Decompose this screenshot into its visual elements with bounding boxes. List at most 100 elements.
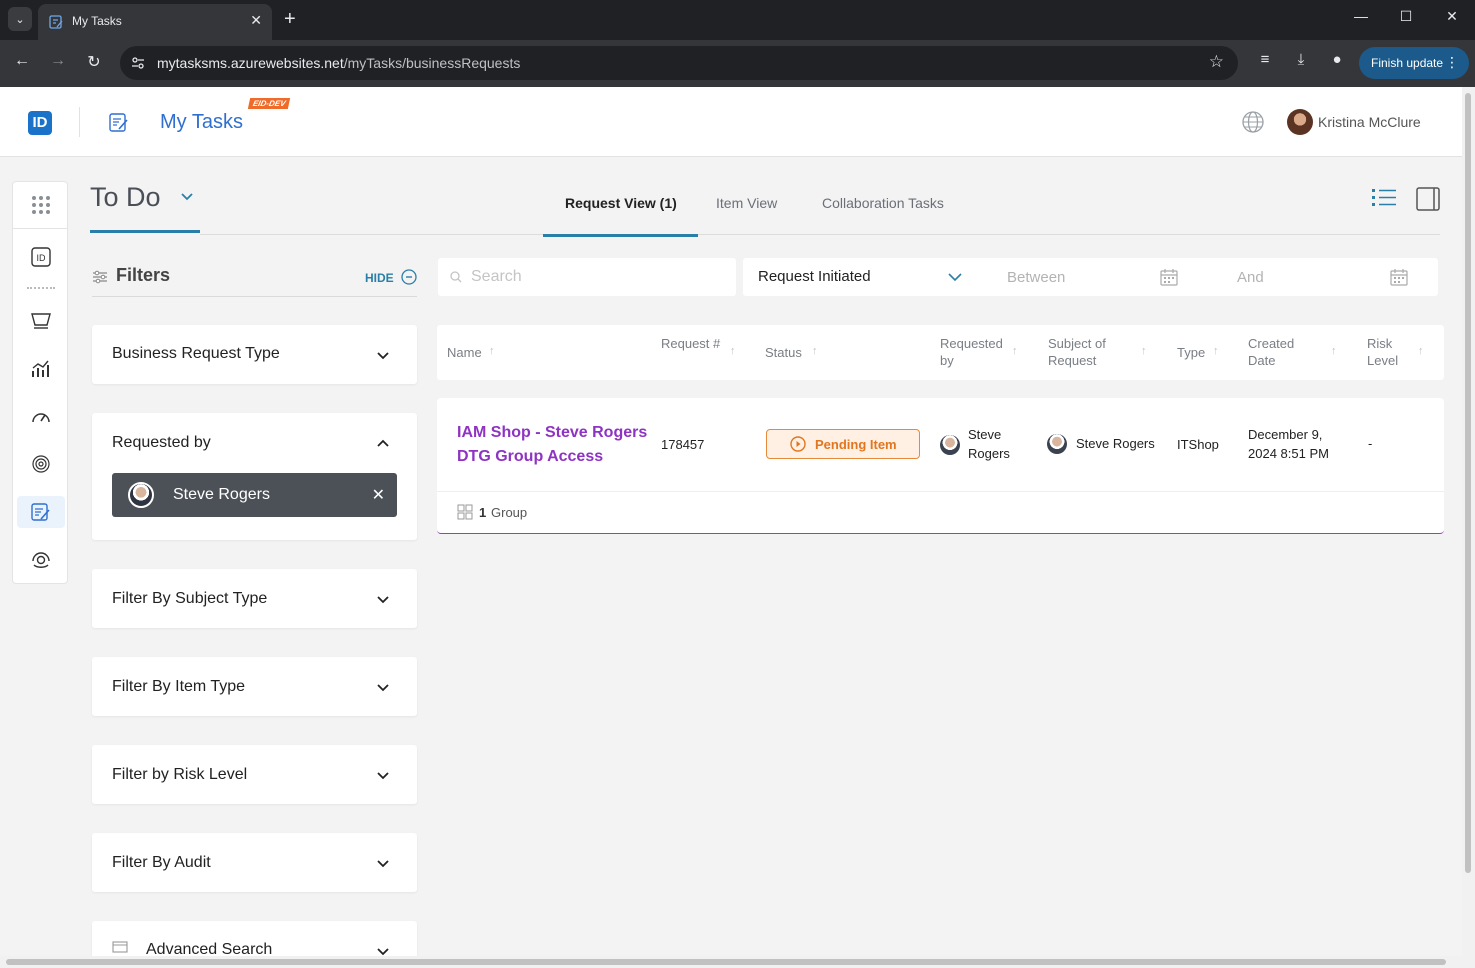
collapse-circle-icon[interactable] [401,269,417,285]
tasks-favicon-icon [49,15,63,29]
new-tab-button[interactable]: + [284,8,296,30]
tab-close-icon[interactable]: ✕ [250,12,262,29]
end-date-input[interactable]: And [1237,269,1264,286]
tasks-icon[interactable] [17,496,65,528]
finish-update-button[interactable]: Finish update ⋮ [1359,47,1469,79]
sort-arrow-icon[interactable]: ↑ [812,345,818,357]
column-header-created-date[interactable]: Created Date [1248,335,1308,369]
filter-label: Filter by Risk Level [112,766,248,783]
search-input[interactable] [471,266,726,288]
filter-audit[interactable]: Filter By Audit [92,833,417,892]
chevron-down-icon[interactable] [375,943,391,956]
chevron-down-icon[interactable] [375,679,391,695]
close-icon[interactable]: ✕ [372,485,385,505]
back-icon[interactable]: ← [12,52,32,70]
column-header-request-number[interactable]: Request # [661,335,721,352]
scrollbar-thumb[interactable] [6,959,1446,965]
column-header-name[interactable]: Name [447,344,482,361]
column-header-type[interactable]: Type [1177,344,1205,361]
id-logo[interactable]: ID [28,111,52,135]
chevron-down-icon[interactable] [375,767,391,783]
scrollbar-thumb[interactable] [1465,93,1471,873]
filter-label: Filter By Item Type [112,678,246,695]
filter-advanced-search[interactable]: Advanced Search [92,921,417,956]
rail-dotted-divider [27,287,55,289]
page-title[interactable]: To Do [90,182,161,213]
filters-header: Filters HIDE [92,262,417,297]
tab-collaboration-tasks[interactable]: Collaboration Tasks [822,195,944,211]
list-view-icon[interactable] [1371,187,1397,209]
chart-icon[interactable] [17,352,65,384]
gauge-icon[interactable] [17,401,65,433]
sort-arrow-icon[interactable]: ↑ [1012,345,1018,357]
filter-label: Requested by [112,434,211,451]
filter-business-request-type[interactable]: Business Request Type [92,325,417,384]
maximize-icon[interactable]: ☐ [1396,8,1416,25]
chevron-down-icon[interactable] [375,591,391,607]
tab-request-view[interactable]: Request View (1) [565,195,677,211]
support-icon[interactable] [17,544,65,576]
column-header-risk-level[interactable]: Risk Level [1367,335,1407,369]
site-info-icon[interactable] [130,55,146,71]
minimize-icon[interactable]: — [1351,8,1371,24]
address-bar[interactable]: mytasksms.azurewebsites.net/myTasks/busi… [120,46,1238,80]
download-icon[interactable]: ⤓ [1290,51,1312,68]
filter-risk-level[interactable]: Filter by Risk Level [92,745,417,804]
window-close-icon[interactable]: ✕ [1442,8,1462,25]
sort-arrow-icon[interactable]: ↑ [730,345,736,357]
hide-filters-button[interactable]: HIDE [365,271,394,285]
reload-icon[interactable]: ↻ [84,52,104,72]
requested-by-chip[interactable]: Steve Rogers ✕ [112,473,397,517]
column-header-status[interactable]: Status [765,344,802,361]
search-box [438,258,736,296]
panel-icon[interactable] [1415,186,1441,212]
browser-toolbar: ← → ↻ mytasksms.azurewebsites.net/myTask… [0,40,1475,87]
sort-arrow-icon[interactable]: ↑ [489,345,495,357]
calendar-icon[interactable] [1390,268,1408,286]
column-header-requested-by[interactable]: Requested by [940,335,1010,369]
user-avatar[interactable] [1287,109,1313,135]
tasks-app-icon [109,113,128,132]
chevron-down-icon[interactable] [375,347,391,363]
bookmark-star-icon[interactable]: ☆ [1209,52,1224,72]
date-type-select[interactable]: Request Initiated [758,268,871,285]
request-name-link[interactable]: IAM Shop - Steve Rogers DTG Group Access [457,421,657,469]
chip-label: Steve Rogers [173,486,270,503]
subject-avatar [1047,434,1067,454]
rail-divider [13,228,67,229]
sort-arrow-icon[interactable]: ↑ [1141,345,1147,357]
chevron-down-icon[interactable] [948,270,962,284]
start-date-input[interactable]: Between [1007,269,1065,286]
profile-icon[interactable]: ● [1326,51,1348,68]
media-controls-icon[interactable]: ≡ [1254,51,1276,68]
chevron-down-icon[interactable] [375,855,391,871]
filter-subject-type[interactable]: Filter By Subject Type [92,569,417,628]
filter-requested-by[interactable]: Requested by Steve Rogers ✕ [92,413,417,540]
id-icon[interactable]: ID [17,241,65,273]
vertical-scrollbar[interactable] [1462,87,1475,968]
header-divider [79,107,80,137]
filter-item-type[interactable]: Filter By Item Type [92,657,417,716]
tab-item-view[interactable]: Item View [716,195,777,211]
advanced-search-icon [112,941,128,953]
cart-icon[interactable] [17,304,65,336]
sort-arrow-icon[interactable]: ↑ [1331,345,1337,357]
tab-search-button[interactable]: ⌄ [8,7,32,31]
user-name[interactable]: Kristina McClure [1318,114,1421,130]
chevron-up-icon[interactable] [375,435,391,451]
column-header-subject[interactable]: Subject of Request [1048,335,1118,369]
browser-tab[interactable]: My Tasks ✕ [38,4,272,40]
apps-grid-icon[interactable] [17,189,65,221]
globe-icon[interactable] [1241,110,1265,134]
sort-arrow-icon[interactable]: ↑ [1418,345,1424,357]
app-title[interactable]: My Tasks [160,111,243,134]
calendar-icon[interactable] [1160,268,1178,286]
table-row[interactable]: IAM Shop - Steve Rogers DTG Group Access… [437,398,1444,534]
sort-arrow-icon[interactable]: ↑ [1213,345,1219,357]
app-header: ID My Tasks EID-DEV Kristina McClure [0,87,1462,157]
play-circle-icon [790,436,806,452]
fingerprint-icon[interactable] [17,448,65,480]
horizontal-scrollbar[interactable] [0,956,1462,968]
chevron-down-icon[interactable] [180,190,194,204]
forward-icon[interactable]: → [48,52,68,70]
